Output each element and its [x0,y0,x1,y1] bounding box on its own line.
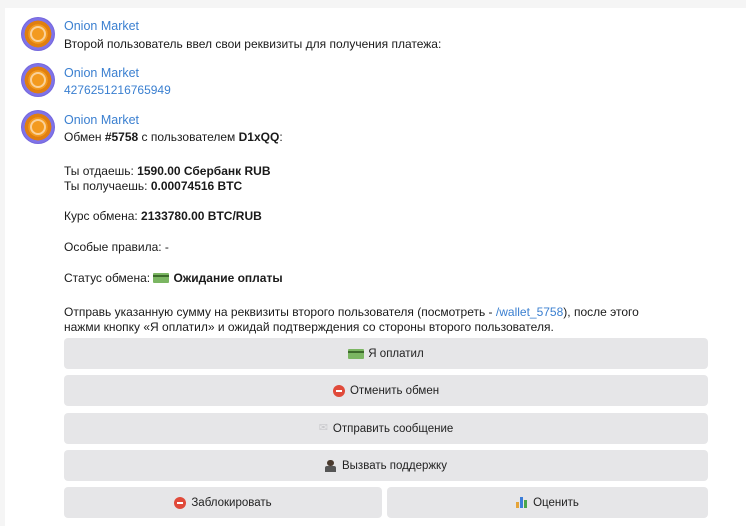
wallet-link[interactable]: /wallet_5758 [496,305,563,319]
sender-name[interactable]: Onion Market [64,19,139,33]
exchange-id: #5758 [104,130,139,144]
cancel-button-label: Отменить обмен [349,384,440,397]
rate-button[interactable]: Оценить [387,487,708,518]
get-label: Ты получаешь: [64,179,151,193]
send-message-button-label: Отправить сообщение [332,422,454,435]
instruction-line-2: нажми кнопку «Я оплатил» и ожидай подтве… [64,320,554,334]
status-value: Ожидание оплаты [173,271,283,285]
send-message-button[interactable]: ✉ Отправить сообщение [64,413,708,444]
chat-area: Onion Market Второй пользователь ввел св… [5,8,746,526]
paid-button-label: Я оплатил [368,347,424,360]
bar-chart-icon [516,497,528,508]
block-button[interactable]: Заблокировать [64,487,382,518]
exchange-title-suffix: : [279,130,283,144]
give-value: 1590.00 Сбербанк RUB [137,164,271,178]
exchange-title: Обмен #5758 с пользователем D1xQQ: [64,130,283,144]
rate-button-label: Оценить [533,496,579,509]
paid-button[interactable]: Я оплатил [64,338,708,369]
sender-name[interactable]: Onion Market [64,66,139,80]
card-icon [153,273,170,283]
card-number-link[interactable]: 4276251216765949 [64,83,171,97]
sender-name[interactable]: Onion Market [64,113,139,127]
avatar[interactable] [21,63,55,97]
status-label: Статус обмена: [64,271,154,285]
no-entry-icon [174,496,187,509]
get-value: 0.00074516 BTC [150,179,243,193]
message-text: Второй пользователь ввел свои реквизиты … [64,37,442,51]
block-button-label: Заблокировать [191,496,272,509]
exchange-title-prefix: Обмен [64,130,105,144]
avatar[interactable] [21,110,55,144]
exchange-title-mid: с пользователем [138,130,239,144]
give-label: Ты отдаешь: [64,164,138,178]
cancel-exchange-button[interactable]: Отменить обмен [64,375,708,406]
card-icon [348,348,365,359]
call-support-button[interactable]: Вызвать поддержку [64,450,708,481]
instruction-text-a: Отправь указанную сумму на реквизиты вто… [64,305,496,319]
get-line: Ты получаешь: 0.00074516 BTC [64,179,242,193]
support-agent-icon [325,459,336,472]
give-line: Ты отдаешь: 1590.00 Сбербанк RUB [64,164,270,178]
instruction-line-1: Отправь указанную сумму на реквизиты вто… [64,305,639,319]
exchange-user: D1xQQ [238,130,280,144]
rate-label: Курс обмена: [64,209,142,223]
stop-icon [332,384,345,397]
envelope-icon: ✉ [318,422,328,434]
instruction-text-b: ), после этого [563,305,639,319]
avatar[interactable] [21,17,55,51]
rate-line: Курс обмена: 2133780.00 BTC/RUB [64,209,262,223]
support-button-label: Вызвать поддержку [342,459,447,472]
rate-value: 2133780.00 BTC/RUB [141,209,262,223]
status-line: Статус обмена: Ожидание оплаты [64,271,283,285]
rules-line: Особые правила: - [64,240,169,254]
